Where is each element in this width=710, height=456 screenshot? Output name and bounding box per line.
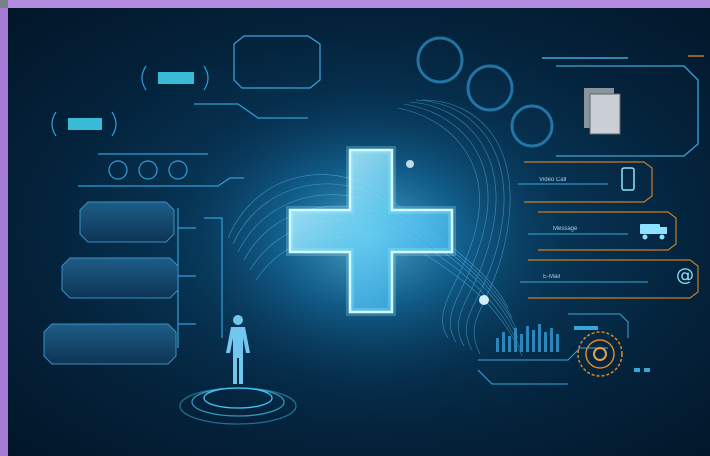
contact-label-email: E-Mail <box>543 274 561 280</box>
phone-icon <box>621 167 635 191</box>
bottom-right-markers <box>574 326 650 372</box>
gear-dial-icon <box>577 331 623 377</box>
sim-card-icon <box>584 88 621 135</box>
glow-spark <box>406 160 414 168</box>
data-panel <box>79 201 175 243</box>
glow-spark <box>479 295 489 305</box>
sim-card-panel <box>542 55 704 157</box>
contact-label-message: Message <box>553 226 578 232</box>
top-frame-corner <box>0 0 8 8</box>
at-sign-icon: @ <box>676 265 694 286</box>
data-panel <box>43 323 177 365</box>
hud-artwork: @ <box>43 35 704 425</box>
body-scanner-rings <box>179 387 297 425</box>
left-data-panels <box>43 201 179 365</box>
message-truck-icon <box>640 224 667 240</box>
medical-hud-illustration: @ Video Call Message E-Mail <box>8 8 710 456</box>
contact-label-video-call: Video Call <box>539 177 567 183</box>
top-frame-bar <box>0 0 710 8</box>
data-panel <box>61 257 179 299</box>
